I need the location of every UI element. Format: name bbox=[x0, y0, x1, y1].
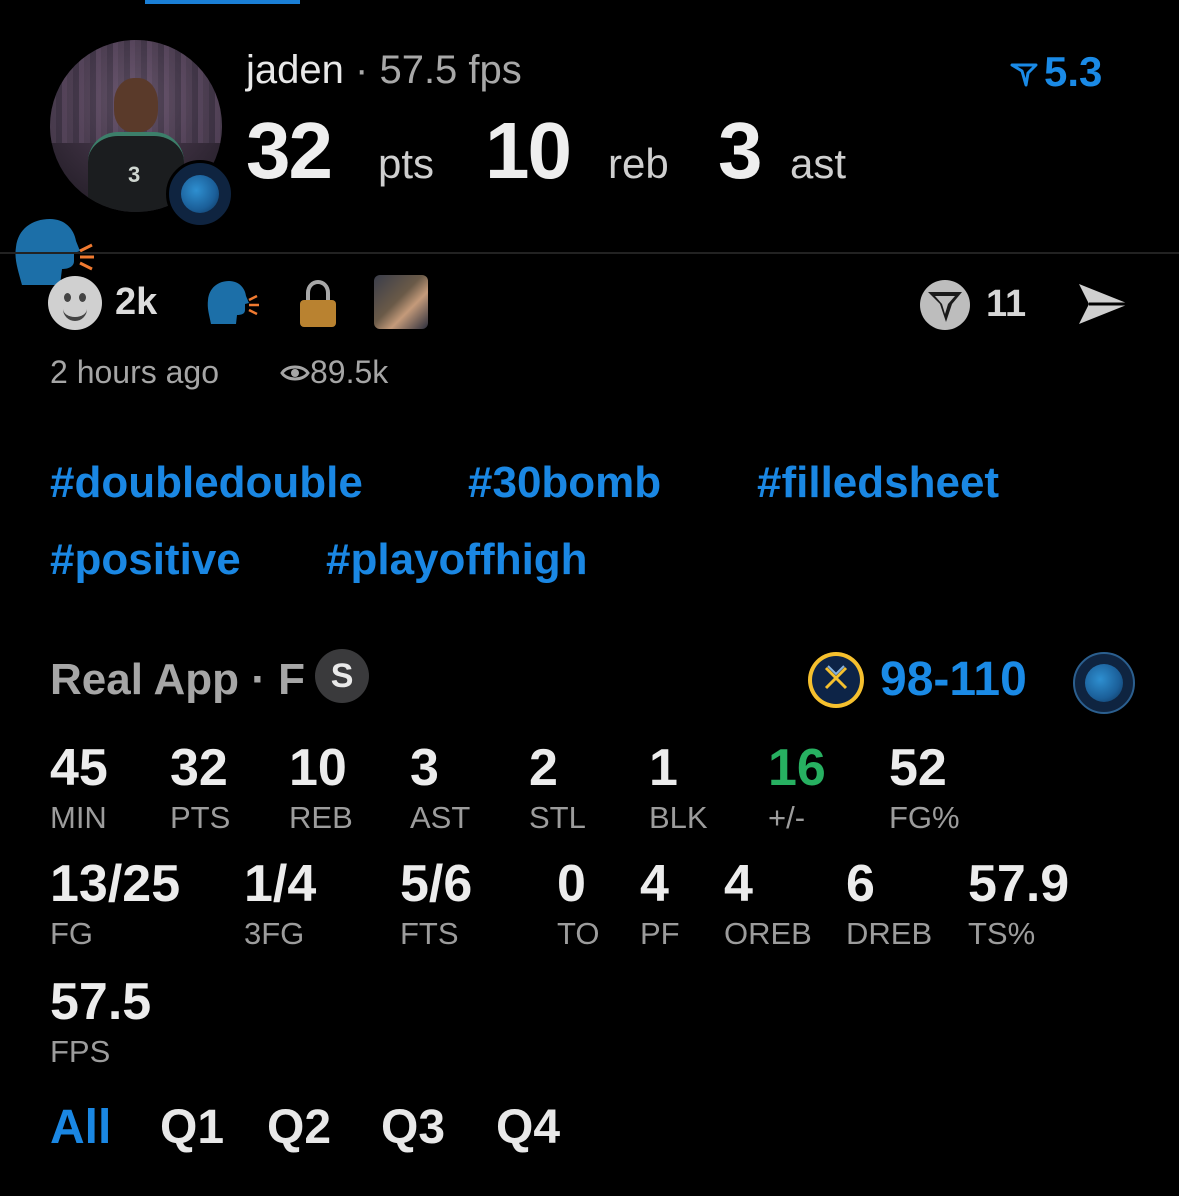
timberwolves-badge-icon bbox=[166, 160, 234, 228]
tab-q3[interactable]: Q3 bbox=[381, 1100, 445, 1155]
stat-value: 1/4 bbox=[244, 855, 317, 913]
stat-label: STL bbox=[529, 800, 586, 835]
tab-q4[interactable]: Q4 bbox=[496, 1100, 560, 1155]
eye-icon bbox=[280, 365, 310, 381]
stat-value: 10 bbox=[289, 739, 347, 797]
stat-label: DREB bbox=[846, 916, 933, 951]
stat-label: FG% bbox=[889, 800, 960, 835]
friends-thumbnail[interactable] bbox=[374, 275, 428, 329]
stat-label: FG bbox=[50, 916, 94, 951]
game-source: Real App · FS bbox=[50, 649, 370, 709]
stat-value: 57.5 bbox=[50, 973, 152, 1031]
share-count: 11 bbox=[986, 283, 1027, 325]
tab-q1[interactable]: Q1 bbox=[160, 1100, 224, 1155]
player-name-line: jaden · 57.5 fps bbox=[246, 48, 522, 93]
stat-value: 32 bbox=[170, 739, 228, 797]
stat-value: 4 bbox=[640, 855, 669, 913]
avatar-jersey-number: 3 bbox=[128, 162, 141, 187]
s-badge[interactable]: S bbox=[315, 649, 370, 704]
separator-dot: · bbox=[355, 48, 369, 92]
assists-unit: ast bbox=[790, 140, 847, 187]
header-divider bbox=[0, 252, 1179, 254]
stat-value: 3 bbox=[410, 739, 439, 797]
nuggets-logo-icon bbox=[808, 652, 864, 708]
v-shield-icon[interactable] bbox=[918, 278, 972, 332]
stat-label: TS% bbox=[968, 916, 1036, 951]
points-value: 32 bbox=[246, 106, 333, 195]
send-icon[interactable] bbox=[1075, 278, 1133, 330]
stat-label: AST bbox=[410, 800, 471, 835]
rebounds-value: 10 bbox=[485, 106, 572, 195]
stat-value: 5/6 bbox=[400, 855, 473, 913]
stat-value: 6 bbox=[846, 855, 875, 913]
fps-text: 57.5 fps bbox=[379, 48, 522, 92]
lock-icon[interactable] bbox=[298, 280, 338, 328]
stat-value: 13/25 bbox=[50, 855, 181, 913]
stat-label: TO bbox=[557, 916, 600, 951]
game-source-label: Real App · F bbox=[50, 655, 306, 704]
stat-value: 4 bbox=[724, 855, 753, 913]
hashtag[interactable]: #filledsheet bbox=[757, 458, 999, 508]
stat-value: 45 bbox=[50, 739, 108, 797]
stat-label: OREB bbox=[724, 916, 812, 951]
stat-label: MIN bbox=[50, 800, 107, 835]
stat-label: PTS bbox=[170, 800, 231, 835]
smiley-reaction-icon[interactable] bbox=[48, 276, 102, 330]
game-score[interactable]: 98-110 bbox=[880, 652, 1027, 707]
stat-label: FTS bbox=[400, 916, 459, 951]
tab-q2[interactable]: Q2 bbox=[267, 1100, 331, 1155]
hashtag[interactable]: #doubledouble bbox=[50, 458, 363, 508]
points-unit: pts bbox=[378, 140, 435, 187]
hashtag[interactable]: #playoffhigh bbox=[326, 535, 588, 585]
stat-value: 2 bbox=[529, 739, 558, 797]
stat-label: +/- bbox=[768, 800, 806, 835]
stat-label: BLK bbox=[649, 800, 708, 835]
stat-value: 57.9 bbox=[968, 855, 1070, 913]
stat-label: PF bbox=[640, 916, 680, 951]
stat-value: 52 bbox=[889, 739, 947, 797]
stat-label: FPS bbox=[50, 1034, 111, 1069]
rebounds-unit: reb bbox=[608, 140, 669, 187]
stat-label: REB bbox=[289, 800, 353, 835]
views-count: 89.5k bbox=[310, 354, 389, 390]
rating-value: 5.3 bbox=[1044, 48, 1103, 95]
views-group: 89.5k bbox=[280, 354, 388, 391]
stat-value: 0 bbox=[557, 855, 586, 913]
plus-minus-value: 16 bbox=[768, 739, 826, 797]
reaction-count[interactable]: 2k bbox=[115, 281, 157, 324]
hashtag[interactable]: #positive bbox=[50, 535, 241, 585]
username[interactable]: jaden bbox=[246, 48, 344, 92]
time-ago: 2 hours ago bbox=[50, 354, 220, 390]
top-tab-indicator bbox=[145, 0, 300, 4]
timberwolves-logo-icon bbox=[1073, 652, 1135, 714]
stat-value: 1 bbox=[649, 739, 678, 797]
stat-label: 3FG bbox=[244, 916, 305, 951]
hashtag[interactable]: #30bomb bbox=[468, 458, 661, 508]
assists-value: 3 bbox=[718, 106, 762, 195]
speaker-icon[interactable] bbox=[205, 278, 261, 326]
tab-all[interactable]: All bbox=[50, 1100, 111, 1155]
rating-badge[interactable]: 5.3 bbox=[1010, 48, 1102, 96]
v-rating-icon bbox=[1010, 63, 1038, 87]
